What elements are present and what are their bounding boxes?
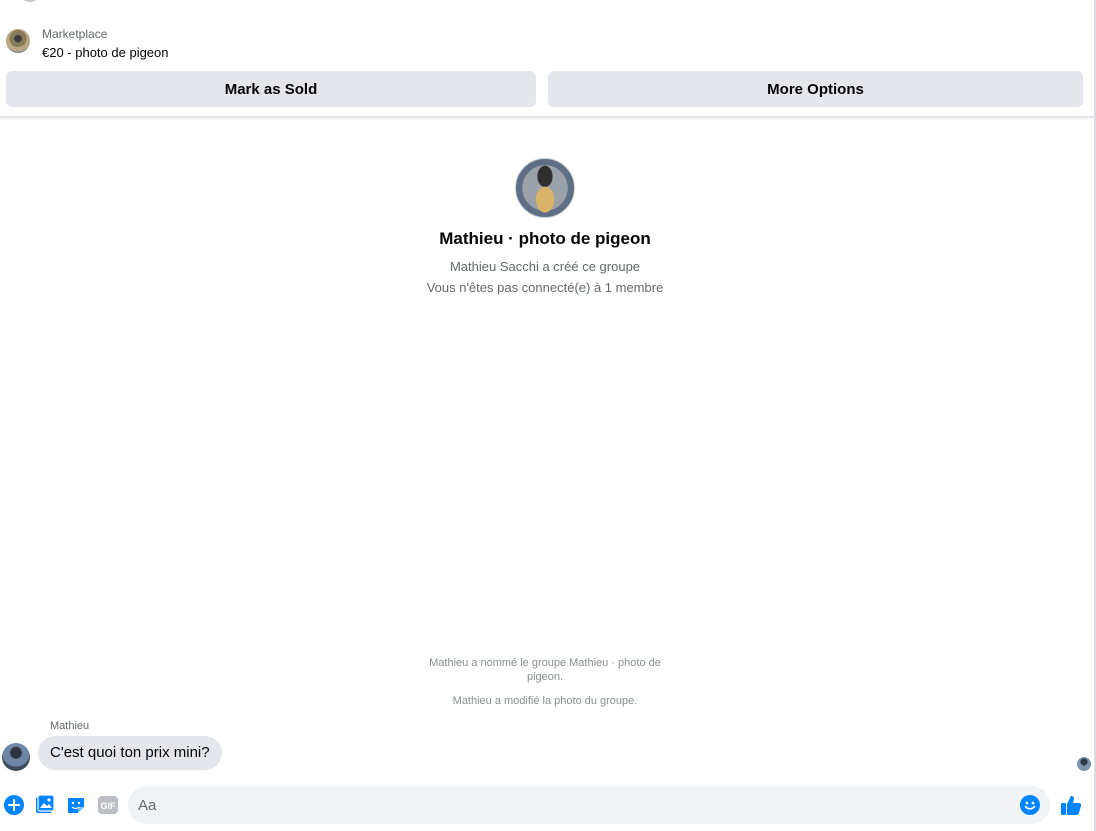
group-name: Mathieu · photo de pigeon [439, 229, 651, 248]
message-sender-name: Mathieu [50, 720, 90, 732]
group-intro: Mathieu · photo de pigeon Mathieu Sacchi… [0, 158, 1090, 298]
marketplace-listing[interactable]: Marketplace €20 - photo de pigeon [6, 26, 169, 64]
message-bubble[interactable]: C'est quoi ton prix mini? [38, 736, 222, 770]
group-avatar[interactable] [515, 158, 575, 218]
photo-icon[interactable] [34, 794, 56, 816]
message-input[interactable] [128, 786, 1008, 824]
emoji-icon[interactable] [1020, 795, 1040, 815]
system-message-text: Mathieu a modifié la photo du groupe. [452, 695, 638, 707]
message-input-wrapper [128, 786, 1050, 824]
sender-avatar[interactable] [2, 743, 30, 771]
thumbs-up-icon[interactable] [1060, 793, 1084, 817]
listing-category: Marketplace [42, 27, 108, 41]
plus-icon[interactable] [3, 794, 25, 816]
system-message: Mathieu a nommé le groupe Mathieu · phot… [0, 656, 1090, 684]
sticker-icon[interactable] [65, 794, 87, 816]
seen-avatar-indicator [1077, 757, 1091, 771]
group-created-text: Mathieu Sacchi a créé ce groupe [449, 259, 641, 274]
listing-title: €20 - photo de pigeon [42, 45, 169, 60]
listing-thumbnail [6, 29, 30, 53]
mark-as-sold-button[interactable]: Mark as Sold [6, 71, 536, 107]
system-message: Mathieu a modifié la photo du groupe. [0, 694, 1090, 708]
header-divider [0, 116, 1094, 118]
more-options-button[interactable]: More Options [548, 71, 1083, 107]
message-composer: GIF [0, 786, 1094, 824]
gif-icon[interactable]: GIF [97, 794, 119, 816]
system-message-text: Mathieu a nommé le groupe Mathieu · phot… [429, 657, 661, 683]
gif-label: GIF [101, 801, 117, 811]
top-avatar-fragment [22, 0, 38, 2]
group-connection-text: Vous n'êtes pas connecté(e) à 1 membre [426, 280, 664, 295]
